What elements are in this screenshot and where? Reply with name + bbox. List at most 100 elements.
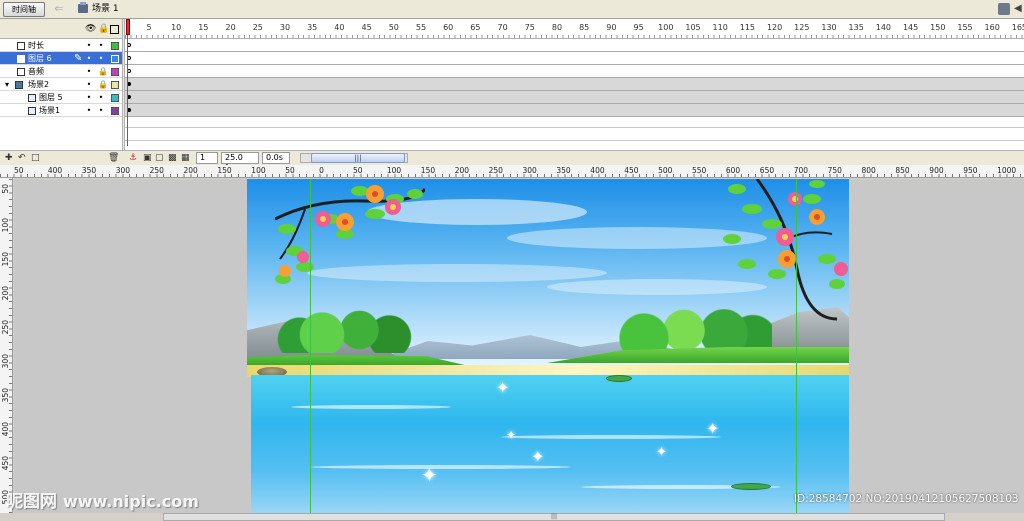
insert-layer-icon[interactable]: ✚ xyxy=(5,153,15,163)
onion-outline-icon[interactable]: ▢ xyxy=(155,153,165,163)
visibility-dot[interactable]: • xyxy=(86,78,92,91)
frame-number: 100 xyxy=(658,23,674,32)
visibility-dot[interactable]: • xyxy=(86,52,92,65)
frame-row[interactable] xyxy=(125,65,1024,78)
insert-folder-icon[interactable]: □ xyxy=(31,153,41,163)
frame-row[interactable] xyxy=(125,91,1024,104)
guide-line[interactable] xyxy=(310,179,311,513)
frame-row[interactable] xyxy=(125,39,1024,52)
outline-color-swatch[interactable] xyxy=(111,107,119,115)
center-frame-icon[interactable]: ⚓ xyxy=(129,153,139,163)
sparkle-icon: ✦ xyxy=(506,428,517,442)
outline-color-swatch[interactable] xyxy=(111,68,119,76)
layer-row-audio[interactable]: 音频 • 🔒 xyxy=(0,65,122,78)
lock-icon[interactable]: 🔒 xyxy=(98,65,108,78)
outline-color-swatch[interactable] xyxy=(111,94,119,102)
layer-name: 图层 5 xyxy=(39,93,63,102)
image-id-watermark: ID:28584702 NO:20190412105627508103 xyxy=(794,493,1019,505)
folder-collapse-icon[interactable]: ▾ xyxy=(4,78,10,91)
layer-row-layer6[interactable]: 图层 6 ✎ • • xyxy=(0,52,122,65)
frame-number: 155 xyxy=(957,23,973,32)
frame-number: 160 xyxy=(984,23,1000,32)
edit-scene-icon[interactable] xyxy=(998,3,1010,15)
eye-icon[interactable]: 👁 xyxy=(85,24,96,34)
ruler-number: 550 xyxy=(692,166,707,175)
timeline-scrollbar-thumb[interactable]: ||| xyxy=(311,153,405,163)
frame-number: 10 xyxy=(171,23,182,32)
current-frame-field[interactable]: 1 xyxy=(196,152,218,164)
ruler-number: 200 xyxy=(183,166,198,175)
frame-number: 25 xyxy=(252,23,263,32)
flowering-branch-right xyxy=(723,179,848,321)
visibility-dot[interactable]: • xyxy=(86,65,92,78)
scene-icon xyxy=(78,2,88,13)
scene-breadcrumb[interactable]: 场景 1 xyxy=(92,3,119,15)
frame-number: 55 xyxy=(415,23,427,32)
frame-number: 145 xyxy=(902,23,919,32)
frame-ruler[interactable]: 5 10 15 20 25 30 35 40 45 50 55 60 65 70 75 80 85 90 95 100… xyxy=(125,19,1024,39)
edit-multiple-frames-icon[interactable]: ▩ xyxy=(168,153,178,163)
outline-color-swatch[interactable] xyxy=(111,81,119,89)
frame-rate-field[interactable]: 25.0 fps xyxy=(221,152,259,172)
back-arrow-icon[interactable]: ⇐ xyxy=(52,2,66,16)
lock-dot[interactable]: • xyxy=(98,52,104,65)
ruler-number: 150 xyxy=(1,252,10,267)
layer-row-scene2[interactable]: ▾ 场景2 • 🔒 xyxy=(0,78,122,91)
layer-row-layer5[interactable]: 图层 5 • • xyxy=(0,91,122,104)
layer-row-scene1[interactable]: 场景1 • • xyxy=(0,104,122,117)
visibility-dot[interactable]: • xyxy=(86,39,92,52)
layer-icon xyxy=(17,55,25,63)
frame-number: 35 xyxy=(307,23,318,32)
layer-row-duration[interactable]: 时长 • • xyxy=(0,39,122,52)
frame-row[interactable] xyxy=(125,78,1024,91)
onion-skin-icon[interactable]: ▣ xyxy=(143,153,153,163)
lock-dot[interactable]: • xyxy=(98,39,104,52)
lock-icon[interactable]: 🔒 xyxy=(98,24,109,34)
vertical-ruler: 50 100 150 200 250 300 350 400 450 500 xyxy=(0,178,13,513)
lock-icon[interactable]: 🔒 xyxy=(98,78,108,91)
outline-icon[interactable] xyxy=(110,25,119,34)
frame-number: 95 xyxy=(633,23,644,32)
ruler-number: 1000 xyxy=(997,166,1017,175)
timeline-toggle-button[interactable]: 时间轴 xyxy=(3,2,45,17)
frame-number: 120 xyxy=(766,23,783,32)
outline-color-swatch[interactable] xyxy=(111,55,119,63)
layer-name: 场景1 xyxy=(39,106,61,115)
sparkle-icon: ✦ xyxy=(706,419,720,438)
elapsed-time-field[interactable]: 0.0s xyxy=(262,152,290,164)
water-ripple xyxy=(291,405,451,409)
add-motion-guide-icon[interactable]: ↶ xyxy=(18,153,28,163)
sparkle-icon: ✦ xyxy=(421,463,438,487)
edit-symbol-icon[interactable]: ◀ xyxy=(1014,3,1024,15)
layer-name: 音频 xyxy=(28,67,44,76)
stage-canvas[interactable]: ✦ ✦ ✦ ✦ ✦ ✦ xyxy=(247,179,849,513)
lock-dot[interactable]: • xyxy=(98,104,104,117)
ruler-number: 150 xyxy=(217,166,232,175)
modify-onion-markers-icon[interactable]: ▦ xyxy=(181,153,191,163)
ruler-number: 50 xyxy=(14,166,24,175)
mask-layer-icon xyxy=(28,107,36,115)
guide-line[interactable] xyxy=(796,179,797,513)
layer-name: 场景2 xyxy=(28,80,50,89)
edit-bar: 时间轴 ⇐ 场景 1 ◀ xyxy=(0,0,1024,19)
frame-number: 75 xyxy=(524,23,535,32)
outline-color-swatch[interactable] xyxy=(111,42,119,50)
ruler-number: 300 xyxy=(522,166,537,175)
layer-name: 时长 xyxy=(28,41,44,50)
frame-number: 135 xyxy=(848,23,864,32)
delete-layer-icon[interactable]: 🗑 xyxy=(108,153,119,163)
stage-scrollbar-thumb[interactable]: ||| xyxy=(544,514,564,520)
visibility-dot[interactable]: • xyxy=(86,104,92,117)
frame-row[interactable] xyxy=(125,52,1024,65)
visibility-dot[interactable]: • xyxy=(86,91,92,104)
stage-pasteboard[interactable]: ✦ ✦ ✦ ✦ ✦ ✦ xyxy=(14,179,1024,513)
frame-row[interactable] xyxy=(125,104,1024,117)
ruler-number: 500 xyxy=(658,166,673,175)
stage-scrollbar[interactable]: ||| xyxy=(163,513,945,521)
lock-dot[interactable]: • xyxy=(98,91,104,104)
ruler-number: 350 xyxy=(1,388,10,403)
timeline-panel: 👁 🔒 5 10 15 20 25 30 35 40 45 50 55 60 65 70 75 80 85 90 9… xyxy=(0,19,1024,172)
frame-grid[interactable] xyxy=(125,39,1024,141)
playhead[interactable] xyxy=(126,19,130,35)
flash-editor-window: 时间轴 ⇐ 场景 1 ◀ 👁 🔒 5 10 15 20 25 30 35 40 45 50 55 60… xyxy=(0,0,1024,521)
